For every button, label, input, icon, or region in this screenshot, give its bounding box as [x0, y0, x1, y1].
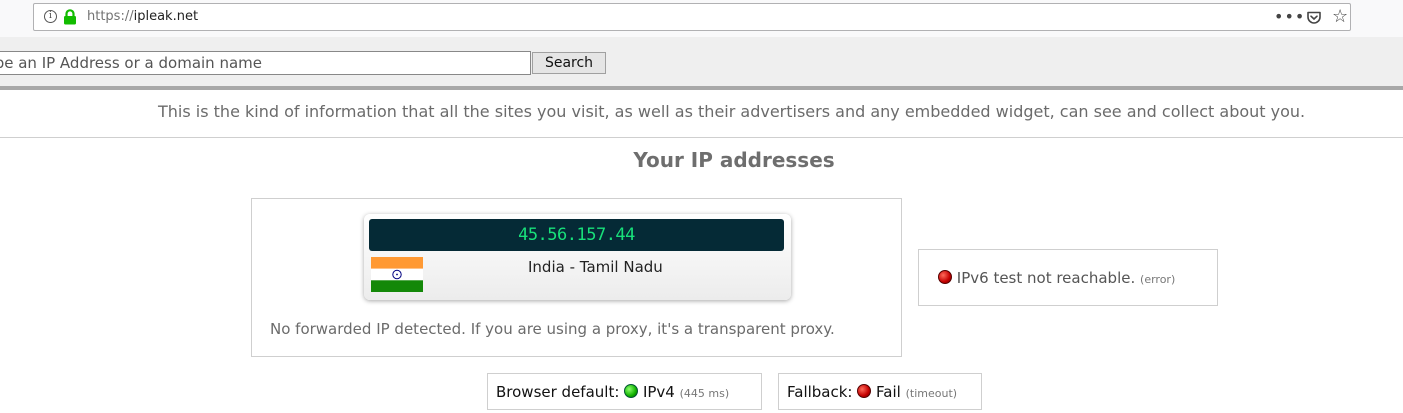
ipv6-status-text: IPv6 test not reachable.: [956, 269, 1136, 287]
url-host: ipleak.net: [133, 9, 199, 24]
india-flag-icon: [371, 257, 423, 292]
ipv6-status-row: IPv6 test not reachable. (error): [938, 269, 1175, 287]
ipv6-status-box: IPv6 test not reachable. (error): [918, 249, 1218, 306]
location-text: India - Tamil Nadu: [528, 258, 663, 276]
ip-address[interactable]: 45.56.157.44: [518, 225, 635, 245]
info-text: This is the kind of information that all…: [158, 102, 1306, 121]
browser-default-label: Browser default:: [496, 383, 620, 401]
red-status-dot-icon: [938, 270, 952, 284]
info-icon[interactable]: i: [44, 10, 57, 23]
fallback-box: Fallback: Fail (timeout): [778, 373, 982, 410]
fallback-row: Fallback: Fail (timeout): [787, 383, 957, 401]
url-protocol: https://: [87, 9, 134, 24]
bookmark-star-icon[interactable]: ☆: [1332, 6, 1348, 27]
green-status-dot-icon: [624, 384, 639, 398]
pocket-icon[interactable]: [1306, 10, 1322, 26]
ip-card: 45.56.157.44 India - Tamil Nadu: [364, 214, 791, 300]
browser-default-box: Browser default: IPv4 (445 ms): [487, 373, 762, 410]
url-text: https://ipleak.net: [87, 9, 198, 24]
fallback-label: Fallback:: [787, 383, 853, 401]
lock-icon[interactable]: [63, 9, 77, 25]
ipv6-status-detail: (error): [1140, 273, 1176, 286]
fallback-detail: (timeout): [905, 387, 958, 400]
info-banner: This is the kind of information that all…: [0, 92, 1403, 138]
forwarded-ip-note: No forwarded IP detected. If you are usi…: [270, 320, 835, 338]
browser-default-row: Browser default: IPv4 (445 ms): [496, 383, 729, 401]
browser-default-value: IPv4: [642, 383, 675, 401]
browser-toolbar: i https://ipleak.net ••• ☆: [0, 0, 1403, 37]
search-input[interactable]: [0, 51, 531, 75]
fallback-value: Fail: [876, 383, 901, 401]
search-button[interactable]: Search: [532, 52, 606, 74]
section-title: Your IP addresses: [633, 148, 835, 172]
page-actions-icon[interactable]: •••: [1274, 7, 1305, 26]
ip-address-box: 45.56.157.44 India - Tamil Nadu No forwa…: [251, 198, 902, 357]
browser-default-detail: (445 ms): [679, 387, 730, 400]
red-status-dot-icon: [857, 384, 872, 398]
ip-display: 45.56.157.44: [369, 219, 784, 251]
search-bar: Search: [0, 37, 1403, 90]
address-bar[interactable]: i https://ipleak.net ••• ☆: [33, 3, 1351, 31]
